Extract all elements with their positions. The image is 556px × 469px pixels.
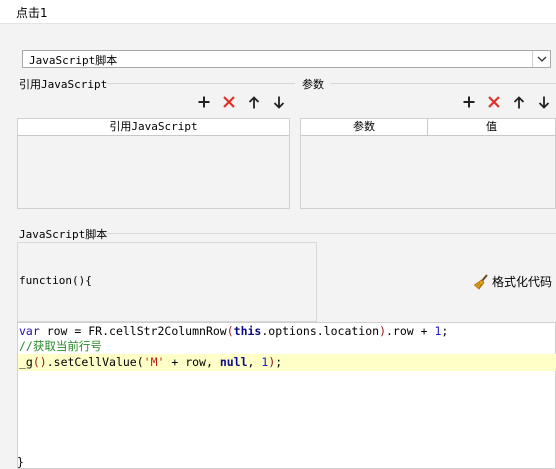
delete-x-icon: [223, 96, 235, 108]
column-header-referenced-js[interactable]: 引用JavaScript: [18, 119, 289, 135]
param-move-up-button[interactable]: [510, 93, 528, 111]
column-header-value[interactable]: 值: [427, 119, 555, 135]
param-delete-button[interactable]: [485, 93, 503, 111]
title-bar: 点击1: [0, 0, 556, 24]
code-token: ;: [441, 324, 449, 338]
plus-icon: [198, 96, 210, 108]
ref-move-down-button[interactable]: [270, 93, 288, 111]
code-token: var: [19, 324, 40, 338]
code-token: ): [379, 324, 386, 338]
code-token: .row +: [386, 324, 435, 338]
params-table-header: 参数 值: [301, 119, 555, 136]
format-code-button[interactable]: 格式化代码: [474, 273, 552, 290]
arrow-up-icon: [248, 95, 260, 108]
script-section-divider: [104, 233, 556, 234]
function-header-panel: function(){: [17, 242, 317, 322]
code-token: (: [226, 324, 234, 338]
format-code-label: 格式化代码: [492, 275, 553, 289]
referenced-js-table-header: 引用JavaScript: [18, 119, 289, 136]
params-divider: [330, 83, 556, 84]
ref-add-button[interactable]: [195, 93, 213, 111]
code-line-3: _g().setCellValue('M' + row, null, 1);: [18, 354, 556, 371]
referenced-js-label: 引用JavaScript: [19, 78, 108, 91]
code-token: row = FR.cellStr2ColumnRow: [39, 324, 227, 338]
script-section-label: JavaScript脚本: [19, 228, 108, 241]
param-add-button[interactable]: [460, 93, 478, 111]
script-type-select[interactable]: JavaScript脚本: [22, 50, 551, 68]
code-token: null: [219, 355, 248, 369]
broom-icon: [474, 273, 488, 290]
ref-move-up-button[interactable]: [245, 93, 263, 111]
params-table[interactable]: 参数 值: [300, 118, 556, 209]
code-token: (): [32, 355, 47, 369]
code-line-2: //获取当前行号: [19, 339, 102, 353]
window-title: 点击1: [16, 6, 48, 20]
param-move-down-button[interactable]: [535, 93, 553, 111]
code-token: .options.location: [261, 324, 380, 338]
referenced-js-divider: [106, 83, 295, 84]
referenced-js-table[interactable]: 引用JavaScript: [17, 118, 290, 209]
code-token: .setCellValue(: [46, 355, 144, 369]
code-token: ;: [275, 355, 283, 369]
code-token: _g: [19, 355, 33, 369]
code-editor[interactable]: var row = FR.cellStr2ColumnRow(this.opti…: [17, 322, 556, 469]
chevron-down-icon[interactable]: [532, 51, 550, 67]
script-type-value: JavaScript脚本: [29, 54, 118, 67]
closing-brace: }: [17, 455, 24, 469]
params-label: 参数: [302, 78, 324, 91]
arrow-up-icon: [513, 95, 525, 108]
ref-delete-button[interactable]: [220, 93, 238, 111]
code-token: ,: [247, 355, 262, 369]
function-header: function(){: [19, 274, 92, 287]
plus-icon: [463, 96, 475, 108]
column-header-param[interactable]: 参数: [301, 119, 427, 135]
code-token: this: [233, 324, 262, 338]
arrow-down-icon: [273, 96, 285, 109]
code-token: 'M': [143, 355, 165, 369]
delete-x-icon: [488, 96, 500, 108]
arrow-down-icon: [538, 96, 550, 109]
code-token: + row,: [164, 355, 220, 369]
